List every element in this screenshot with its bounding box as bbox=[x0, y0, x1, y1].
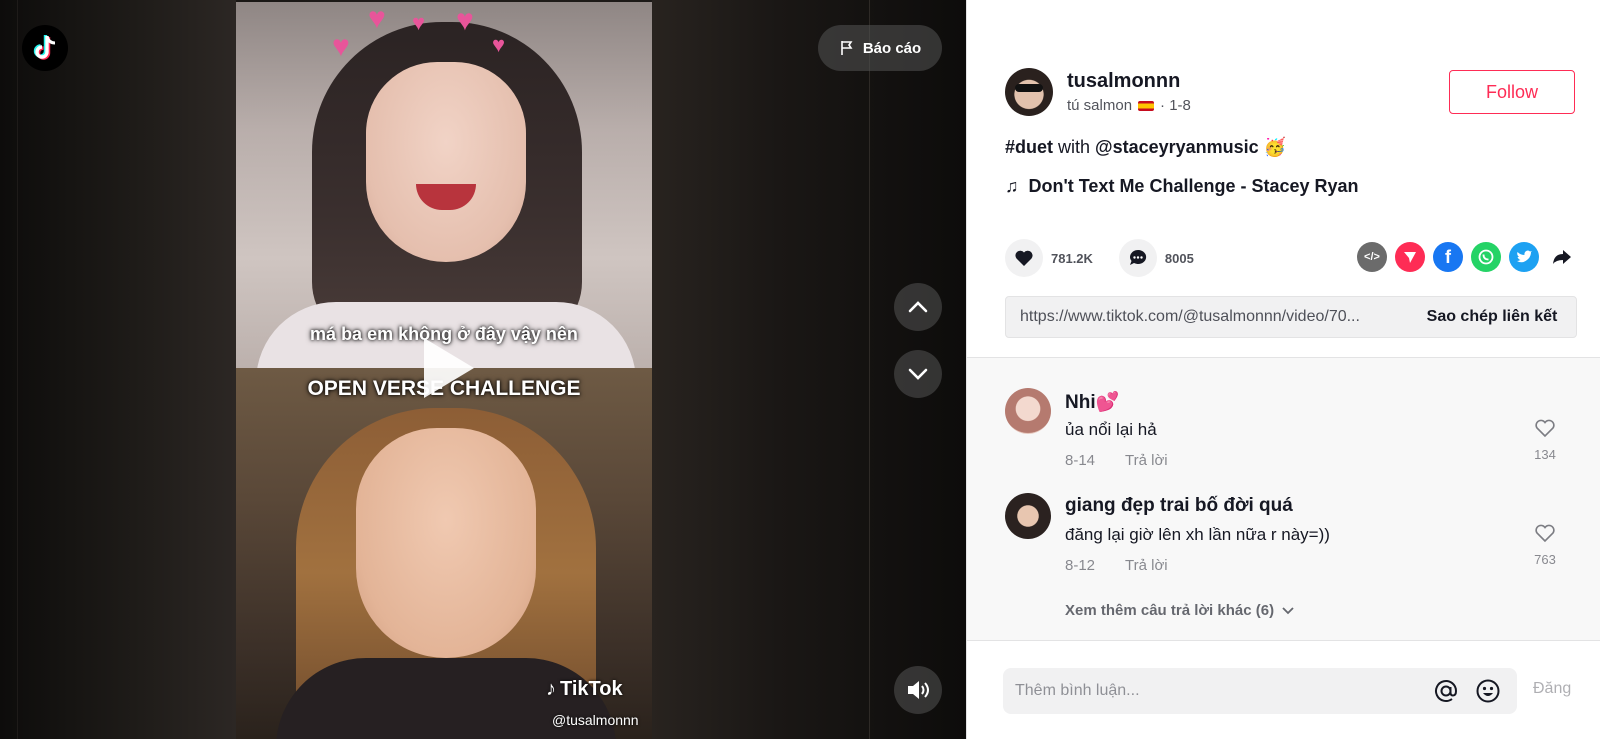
twitter-share-button[interactable] bbox=[1509, 242, 1539, 272]
video-player[interactable]: ♥ ♥ ♥ ♥ ♥ má ba em không ở đây vậy nên O… bbox=[0, 0, 966, 739]
person-face bbox=[366, 62, 526, 262]
volume-icon bbox=[908, 681, 929, 699]
side-panel: tusalmonnn tú salmon · 1-8 Follow #duet … bbox=[966, 0, 1600, 739]
comment-icon bbox=[1129, 249, 1147, 265]
backdrop-divider bbox=[17, 0, 18, 739]
comment-date: 8-14 bbox=[1065, 452, 1096, 469]
comment-button[interactable] bbox=[1118, 239, 1157, 277]
flag-icon bbox=[1138, 100, 1155, 111]
twitter-icon bbox=[1517, 250, 1532, 263]
next-video-button[interactable] bbox=[894, 350, 942, 398]
heart-icon bbox=[1015, 250, 1033, 266]
report-label: Báo cáo bbox=[862, 39, 922, 57]
video-url[interactable]: https://www.tiktok.com/@tusalmonnn/video… bbox=[1006, 308, 1408, 326]
share-arrow-icon bbox=[1553, 250, 1571, 264]
video-description: #duet with @staceyryanmusic 🥳 bbox=[1005, 137, 1286, 158]
comment-author[interactable]: giang đẹp trai bố đời quá bbox=[1065, 495, 1293, 517]
avatar[interactable] bbox=[1005, 493, 1051, 539]
music-link[interactable]: ♫ Don't Text Me Challenge - Stacey Ryan bbox=[1005, 176, 1359, 197]
tiktok-logo-icon[interactable] bbox=[22, 25, 68, 71]
whatsapp-share-button[interactable] bbox=[1471, 242, 1501, 272]
comment-like-button[interactable]: 134 bbox=[1525, 418, 1565, 462]
volume-button[interactable] bbox=[894, 666, 942, 714]
video-backdrop-left bbox=[0, 0, 236, 739]
hashtag-link[interactable]: #duet bbox=[1005, 137, 1053, 157]
post-comment-button[interactable]: Đăng bbox=[1533, 680, 1571, 698]
emoji-button[interactable] bbox=[1471, 674, 1505, 708]
comment-text: đăng lại giờ lên xh lần nữa r này=)) bbox=[1065, 525, 1330, 544]
author-display-name: tú salmon bbox=[1067, 97, 1133, 114]
comment-like-count: 763 bbox=[1534, 552, 1556, 567]
more-share-button[interactable] bbox=[1547, 242, 1577, 272]
party-emoji-icon: 🥳 bbox=[1263, 137, 1287, 157]
comment-input[interactable] bbox=[1015, 682, 1421, 700]
author-subline: tú salmon · 1-8 bbox=[1067, 97, 1191, 114]
emoji-icon bbox=[1476, 679, 1500, 703]
more-replies-label: Xem thêm câu trả lời khác (6) bbox=[1065, 602, 1275, 619]
avatar[interactable] bbox=[1005, 68, 1053, 116]
flag-icon bbox=[841, 41, 853, 55]
comments-section[interactable]: Nhi💕 ủa nổi lại hả 8-14 Trả lời 134 gian… bbox=[967, 357, 1600, 641]
author-info: tusalmonnn tú salmon · 1-8 bbox=[1005, 68, 1191, 116]
watermark-handle: @tusalmonnn bbox=[552, 712, 639, 728]
like-count: 781.2K bbox=[1051, 250, 1093, 266]
facebook-share-button[interactable]: f bbox=[1433, 242, 1463, 272]
watermark-text: TikTok bbox=[560, 678, 623, 700]
tiktok-note-icon: ♪ bbox=[546, 678, 556, 700]
comment-date: 8-12 bbox=[1065, 557, 1096, 574]
comment-meta: 8-12 Trả lời bbox=[1065, 557, 1168, 574]
music-note-icon: ♫ bbox=[1005, 176, 1019, 196]
music-title: Don't Text Me Challenge - Stacey Ryan bbox=[1028, 176, 1359, 196]
comment-like-count: 134 bbox=[1534, 447, 1556, 462]
comment-text: ủa nổi lại hả bbox=[1065, 420, 1157, 439]
chevron-up-icon bbox=[908, 301, 928, 313]
mention-button[interactable] bbox=[1429, 674, 1463, 708]
whatsapp-icon bbox=[1478, 249, 1494, 265]
copy-link-button[interactable]: Sao chép liên kết bbox=[1408, 308, 1576, 326]
view-more-replies-button[interactable]: Xem thêm câu trả lời khác (6) bbox=[1065, 602, 1294, 619]
facebook-icon: f bbox=[1445, 246, 1451, 267]
post-date: · 1-8 bbox=[1160, 97, 1191, 114]
report-button[interactable]: Báo cáo bbox=[818, 25, 942, 71]
comment-author[interactable]: Nhi💕 bbox=[1065, 390, 1119, 414]
avatar[interactable] bbox=[1005, 388, 1051, 434]
engagement-row: 781.2K 8005 bbox=[1005, 239, 1220, 277]
heart-outline-icon bbox=[1535, 419, 1555, 438]
comment-meta: 8-14 Trả lời bbox=[1065, 452, 1168, 469]
backdrop-divider bbox=[869, 0, 870, 739]
previous-video-button[interactable] bbox=[894, 283, 942, 331]
follow-button[interactable]: Follow bbox=[1449, 70, 1575, 114]
share-options: </> f bbox=[1357, 242, 1577, 272]
reply-button[interactable]: Trả lời bbox=[1125, 557, 1168, 574]
description-text: with bbox=[1053, 137, 1096, 157]
chevron-down-icon bbox=[1282, 606, 1294, 614]
heart-outline-icon bbox=[1535, 524, 1555, 543]
send-icon bbox=[1404, 252, 1416, 263]
comment-like-button[interactable]: 763 bbox=[1525, 523, 1565, 567]
duet-clip-top: ♥ ♥ ♥ ♥ ♥ bbox=[236, 2, 652, 382]
person-face bbox=[356, 428, 536, 658]
mention-link[interactable]: @staceyryanmusic bbox=[1095, 137, 1259, 157]
comment-count: 8005 bbox=[1164, 250, 1194, 266]
author-username[interactable]: tusalmonnn bbox=[1067, 70, 1191, 93]
tiktok-watermark: ♪ TikTok bbox=[546, 678, 623, 701]
reply-button[interactable]: Trả lời bbox=[1125, 452, 1168, 469]
embed-button[interactable]: </> bbox=[1357, 242, 1387, 272]
comment-input-bar bbox=[1003, 668, 1517, 714]
page: ♥ ♥ ♥ ♥ ♥ má ba em không ở đây vậy nên O… bbox=[0, 0, 1600, 739]
copy-link-box: https://www.tiktok.com/@tusalmonnn/video… bbox=[1005, 296, 1577, 338]
embed-icon: </> bbox=[1364, 251, 1380, 263]
like-button[interactable] bbox=[1005, 239, 1043, 277]
play-icon[interactable] bbox=[424, 338, 474, 398]
chevron-down-icon bbox=[908, 368, 928, 380]
hearts-filter-icon: ♥ ♥ ♥ ♥ ♥ bbox=[332, 2, 506, 63]
send-button[interactable] bbox=[1395, 242, 1425, 272]
at-sign-icon bbox=[1435, 680, 1458, 702]
